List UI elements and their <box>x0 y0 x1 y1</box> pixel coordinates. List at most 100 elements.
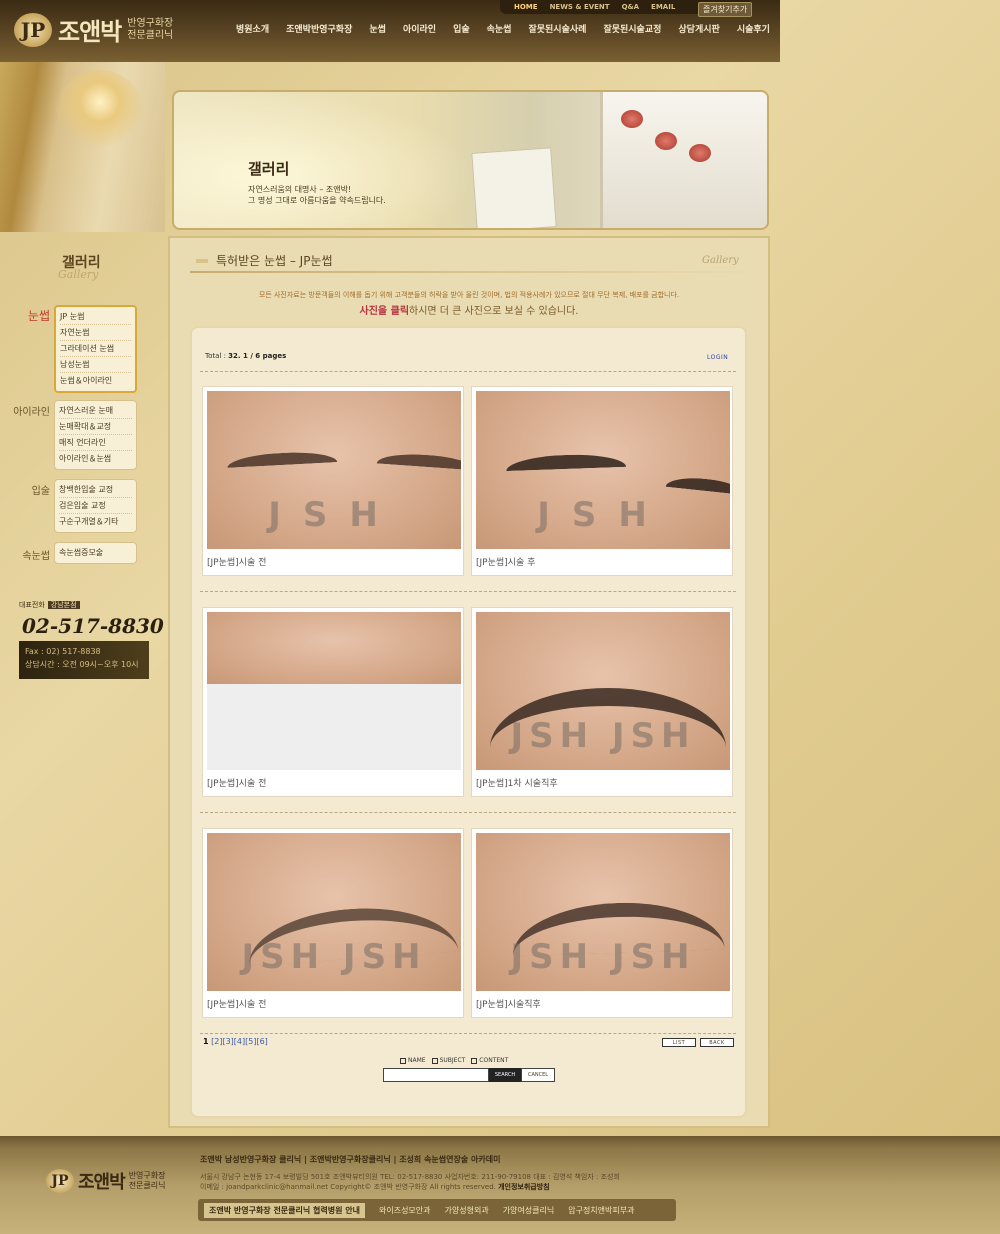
gallery-item[interactable]: JSH [JP눈썹]시술 전 <box>202 386 464 576</box>
gallery-caption[interactable]: [JP눈썹]시술 후 <box>476 555 535 568</box>
total-label: Total : <box>205 352 226 360</box>
category-label-lips: 입술 <box>31 486 50 497</box>
branch-badge: 강남본점 <box>47 601 80 609</box>
eyebrow-shape <box>376 451 461 471</box>
submenu-item[interactable]: 구순구개열＆기타 <box>59 514 132 530</box>
content-title-eng: Gallery <box>702 255 739 266</box>
nav-item-reviews[interactable]: 시술후기 <box>737 22 770 35</box>
partner-link[interactable]: 가양여성클리닉 <box>503 1205 555 1216</box>
flower-image <box>621 110 643 128</box>
photo-watermark: JSH <box>537 495 669 535</box>
gallery-item[interactable]: JSH JSH [JP눈썹]1차 시술직후 <box>471 607 733 797</box>
gallery-photo[interactable]: JSH JSH <box>476 612 730 770</box>
site-logo[interactable]: JP 조앤박 반영구화장 전문클리닉 <box>14 12 173 47</box>
util-email-link[interactable]: EMAIL <box>651 3 675 11</box>
search-button[interactable]: SEARCH <box>489 1068 521 1082</box>
content-title-text: 특허받은 눈썹 – JP눈썹 <box>216 254 333 268</box>
search-opt-subject-label: SUBJECT <box>439 1057 466 1064</box>
nav-item-consult-board[interactable]: 상담게시판 <box>678 22 719 35</box>
util-home-link[interactable]: HOME <box>514 3 538 11</box>
nav-item-eyebrow[interactable]: 눈썹 <box>369 22 386 35</box>
nav-item-semi-permanent[interactable]: 조앤박반영구화장 <box>286 22 352 35</box>
gallery-caption[interactable]: [JP눈썹]시술 전 <box>207 997 266 1010</box>
banner-book-image <box>471 147 557 228</box>
submenu-item[interactable]: 창백한입술 교정 <box>59 482 132 498</box>
row-divider <box>200 371 736 372</box>
nav-item-eyeline[interactable]: 아이라인 <box>403 22 436 35</box>
checkbox-icon[interactable] <box>471 1057 478 1064</box>
search-input[interactable] <box>383 1068 489 1082</box>
gallery-caption[interactable]: [JP눈썹]1차 시술직후 <box>476 776 558 789</box>
chandelier-image <box>55 70 145 150</box>
gallery-photo[interactable]: JSH JSH <box>207 833 461 991</box>
main-nav: 병원소개 조앤박반영구화장 눈썹 아이라인 입술 속눈썹 잘못된시술사례 잘못된… <box>236 22 770 35</box>
nav-item-about[interactable]: 병원소개 <box>236 22 269 35</box>
phone-number: 02-517-8830 <box>22 614 164 638</box>
gallery-item[interactable]: JSH [JP눈썹]시술 후 <box>471 386 733 576</box>
checkbox-icon[interactable] <box>431 1057 438 1064</box>
submenu-item[interactable]: 자연스러운 눈매 <box>59 403 132 419</box>
gallery-photo[interactable]: JSH <box>207 391 461 549</box>
footer-logo-mark: JP <box>46 1169 74 1193</box>
footer-family-links[interactable]: 조앤박 남성반영구화장 클리닉 | 조앤박반영구화장클리닉 | 조성희 속눈썹연… <box>200 1154 500 1165</box>
nav-item-correction[interactable]: 잘못된시술교정 <box>603 22 661 35</box>
submenu-item[interactable]: 그라데이션 눈썹 <box>60 341 131 357</box>
partner-link[interactable]: 압구정치앤박피부과 <box>568 1205 634 1216</box>
submenu-item[interactable]: 속눈썹증모술 <box>59 545 132 561</box>
footer-logo-sub-line1: 반영구화장 <box>128 1171 166 1180</box>
total-count: Total : 32. 1 / 6 pages <box>205 352 286 360</box>
submenu-item[interactable]: 자연눈썹 <box>60 325 131 341</box>
search-opt-subject[interactable]: SUBJECT <box>431 1057 466 1064</box>
section-subtitle: Gallery <box>58 268 99 281</box>
submenu-item[interactable]: 매직 언더라인 <box>59 435 132 451</box>
contact-label-text: 대표전화 <box>19 601 45 609</box>
nav-item-bad-cases[interactable]: 잘못된시술사례 <box>528 22 586 35</box>
banner-glow <box>174 92 474 228</box>
util-qna-link[interactable]: Q&A <box>622 3 639 11</box>
partner-link[interactable]: 가양성형외과 <box>445 1205 489 1216</box>
content-title: 특허받은 눈썹 – JP눈썹 <box>196 252 333 269</box>
favorite-add-button[interactable]: 즐겨찾기추가 <box>698 2 753 17</box>
gallery-item[interactable]: [JP눈썹]시술 전 <box>202 607 464 797</box>
gallery-item[interactable]: JSH JSH [JP눈썹]시술직후 <box>471 828 733 1018</box>
login-link[interactable]: LOGIN <box>707 354 728 361</box>
search-opt-content[interactable]: CONTENT <box>471 1057 508 1064</box>
gallery-caption[interactable]: [JP눈썹]시술 전 <box>207 776 266 789</box>
gallery-photo[interactable]: JSH <box>476 391 730 549</box>
submenu-item[interactable]: JP 눈썹 <box>60 309 131 325</box>
logo-sub-line1: 반영구화장 <box>127 17 174 29</box>
row-divider <box>200 1033 736 1034</box>
category-label-eyelash: 속눈썹 <box>22 551 50 562</box>
submenu-eyebrow: JP 눈썹 자연눈썹 그라데이션 눈썹 남성눈썹 눈썹＆아이라인 <box>54 305 137 393</box>
nav-item-lips[interactable]: 입술 <box>453 22 470 35</box>
gallery-caption[interactable]: [JP눈썹]시술 전 <box>207 555 266 568</box>
back-button[interactable]: BACK <box>700 1038 734 1047</box>
page-links[interactable]: [2][3][4][5][6] <box>211 1037 268 1046</box>
logo-brand: 조앤박 <box>58 18 122 46</box>
eyebrow-shape <box>505 452 627 472</box>
submenu-item[interactable]: 남성눈썹 <box>60 357 131 373</box>
list-button[interactable]: LIST <box>662 1038 696 1047</box>
privacy-policy-link[interactable]: 개인정보취급방침 <box>498 1183 550 1191</box>
gallery-photo[interactable] <box>207 612 461 770</box>
submenu-item[interactable]: 눈매확대＆교정 <box>59 419 132 435</box>
copyright-notice: 모든 사진자료는 방문객들의 이해를 돕기 위해 고객분들의 허락을 받아 올린… <box>258 291 680 299</box>
util-news-link[interactable]: NEWS & EVENT <box>550 3 610 11</box>
gallery-caption[interactable]: [JP눈썹]시술직후 <box>476 997 541 1010</box>
logo-sub-line2: 전문클리닉 <box>127 29 174 41</box>
footer-logo-sub-line2: 전문클리닉 <box>128 1181 166 1190</box>
consult-hours: 상담시간 : 오전 09시~오후 10시 <box>25 660 139 669</box>
gallery-item[interactable]: JSH JSH [JP눈썹]시술 전 <box>202 828 464 1018</box>
submenu-item[interactable]: 아이라인＆눈썹 <box>59 451 132 467</box>
gallery-photo[interactable]: JSH JSH <box>476 833 730 991</box>
banner-desc-line2: 그 명성 그대로 아름다움을 약속드립니다. <box>248 196 386 205</box>
search-options: NAME SUBJECT CONTENT <box>400 1057 508 1064</box>
checkbox-icon[interactable] <box>400 1057 406 1064</box>
partner-link[interactable]: 와이즈성모안과 <box>379 1205 431 1216</box>
nav-item-eyelash[interactable]: 속눈썹 <box>487 22 512 35</box>
click-hint-rest: 하시면 더 큰 사진으로 보실 수 있습니다. <box>409 306 579 317</box>
cancel-button[interactable]: CANCEL <box>521 1068 555 1082</box>
submenu-item[interactable]: 눈썹＆아이라인 <box>60 373 131 389</box>
search-opt-name[interactable]: NAME <box>400 1057 426 1064</box>
submenu-item[interactable]: 검은입술 교정 <box>59 498 132 514</box>
